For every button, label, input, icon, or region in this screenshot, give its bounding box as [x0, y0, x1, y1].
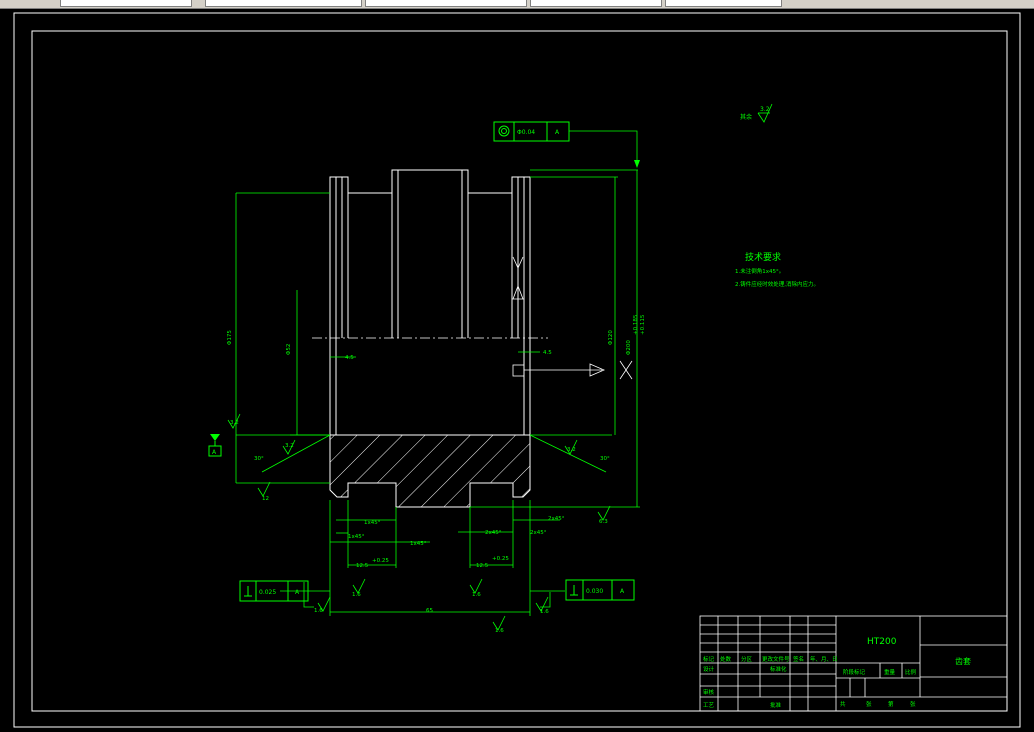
svg-text:12.5: 12.5: [356, 563, 369, 569]
title-block-text: HT200 齿套 标记 处数 分区 更改文件号 签名 年、月、日 设计 标准化 …: [703, 637, 971, 709]
svg-text:张: 张: [866, 700, 872, 708]
svg-text:2.铸件应经时效处理,消除内应力。: 2.铸件应经时效处理,消除内应力。: [735, 280, 819, 288]
svg-text:0.030: 0.030: [586, 588, 603, 595]
svg-text:处数: 处数: [720, 655, 732, 663]
svg-text:3.2: 3.2: [285, 443, 294, 449]
svg-text:标准化: 标准化: [770, 665, 787, 673]
svg-text:1.6: 1.6: [472, 592, 481, 598]
svg-text:1x45°: 1x45°: [410, 541, 427, 547]
tech-requirements: 技术要求 1.未注倒角1x45°。 2.铸件应经时效处理,消除内应力。: [735, 251, 819, 288]
svg-text:阶段标记: 阶段标记: [843, 668, 866, 676]
svg-text:共: 共: [840, 700, 846, 708]
svg-text:2x45°: 2x45°: [485, 530, 502, 536]
svg-text:标记: 标记: [703, 655, 715, 663]
svg-text:1.6: 1.6: [314, 608, 323, 614]
dimension-lines: [235, 169, 640, 616]
svg-text:其余: 其余: [740, 113, 752, 121]
svg-text:A: A: [620, 588, 625, 595]
toolbar-tab[interactable]: [60, 0, 192, 7]
svg-text:+0.185: +0.185: [633, 314, 639, 335]
svg-text:2x45°: 2x45°: [530, 530, 547, 536]
toolbar-tab[interactable]: [205, 0, 362, 7]
svg-text:审核: 审核: [703, 688, 715, 696]
svg-text:Φ120: Φ120: [608, 330, 614, 345]
svg-text:1.6: 1.6: [540, 609, 549, 615]
svg-text:分区: 分区: [741, 655, 753, 663]
svg-text:签名: 签名: [793, 655, 804, 663]
datum-a: A: [208, 434, 222, 457]
svg-text:A: A: [212, 449, 217, 456]
svg-text:2x45°: 2x45°: [548, 516, 565, 522]
cad-drawing-canvas[interactable]: 其余 3.2 Φ0.04 A 技术要求 1.未注倒角1x45°。 2.铸件应经时…: [0, 9, 1034, 732]
svg-text:1.未注倒角1x45°。: 1.未注倒角1x45°。: [735, 267, 784, 275]
svg-text:HT200: HT200: [867, 637, 897, 647]
svg-text:12.5: 12.5: [476, 563, 489, 569]
svg-text:比例: 比例: [905, 668, 917, 676]
svg-text:齿套: 齿套: [955, 656, 971, 666]
svg-text:4.5: 4.5: [543, 350, 552, 356]
svg-text:3.2: 3.2: [567, 447, 576, 453]
svg-text:批准: 批准: [770, 701, 782, 709]
tolerance-frame-right: 0.030 A: [565, 579, 635, 601]
svg-text:6.3: 6.3: [599, 519, 608, 525]
svg-text:张: 张: [910, 700, 916, 708]
svg-text:1.6: 1.6: [495, 628, 504, 634]
svg-text:技术要求: 技术要求: [745, 251, 781, 263]
window-toolbar-strip: [0, 0, 1034, 9]
hatched-section: [330, 435, 530, 507]
svg-text:4.5: 4.5: [345, 355, 354, 361]
svg-text:Φ0.04: Φ0.04: [517, 129, 535, 136]
concentricity-icon: [498, 125, 510, 137]
svg-text:30°: 30°: [254, 456, 264, 462]
svg-text:1.6: 1.6: [352, 592, 361, 598]
svg-text:更改文件号: 更改文件号: [762, 655, 790, 663]
general-roughness-note: 其余 3.2: [740, 103, 773, 123]
svg-text:Φ200: Φ200: [626, 340, 632, 355]
svg-text:12: 12: [262, 496, 269, 502]
outer-frame: [13, 12, 1021, 728]
svg-text:重量: 重量: [884, 668, 896, 676]
svg-text:工艺: 工艺: [703, 702, 715, 709]
toolbar-tab[interactable]: [665, 0, 782, 7]
toolbar-tab[interactable]: [365, 0, 527, 7]
svg-text:A: A: [295, 589, 300, 596]
svg-text:+0.115: +0.115: [640, 314, 646, 335]
svg-text:1x45°: 1x45°: [364, 520, 381, 526]
svg-text:Φ175: Φ175: [227, 330, 233, 345]
svg-text:第: 第: [888, 700, 894, 708]
svg-text:+0.25: +0.25: [372, 558, 389, 564]
svg-text:30°: 30°: [600, 456, 610, 462]
svg-text:Φ52: Φ52: [286, 344, 292, 355]
svg-text:1x45°: 1x45°: [348, 534, 365, 540]
tolerance-frame-top: Φ0.04 A: [493, 121, 640, 168]
svg-text:65: 65: [426, 608, 433, 614]
view-direction-marker: [512, 256, 633, 380]
svg-text:3.2: 3.2: [230, 420, 239, 426]
svg-text:A: A: [555, 129, 560, 136]
svg-text:设计: 设计: [703, 665, 715, 673]
svg-text:+0.25: +0.25: [492, 556, 509, 562]
toolbar-tab[interactable]: [530, 0, 662, 7]
tolerance-frame-left: 0.025 A: [239, 580, 309, 602]
svg-text:年、月、日: 年、月、日: [810, 655, 838, 663]
svg-text:0.025: 0.025: [259, 589, 276, 596]
